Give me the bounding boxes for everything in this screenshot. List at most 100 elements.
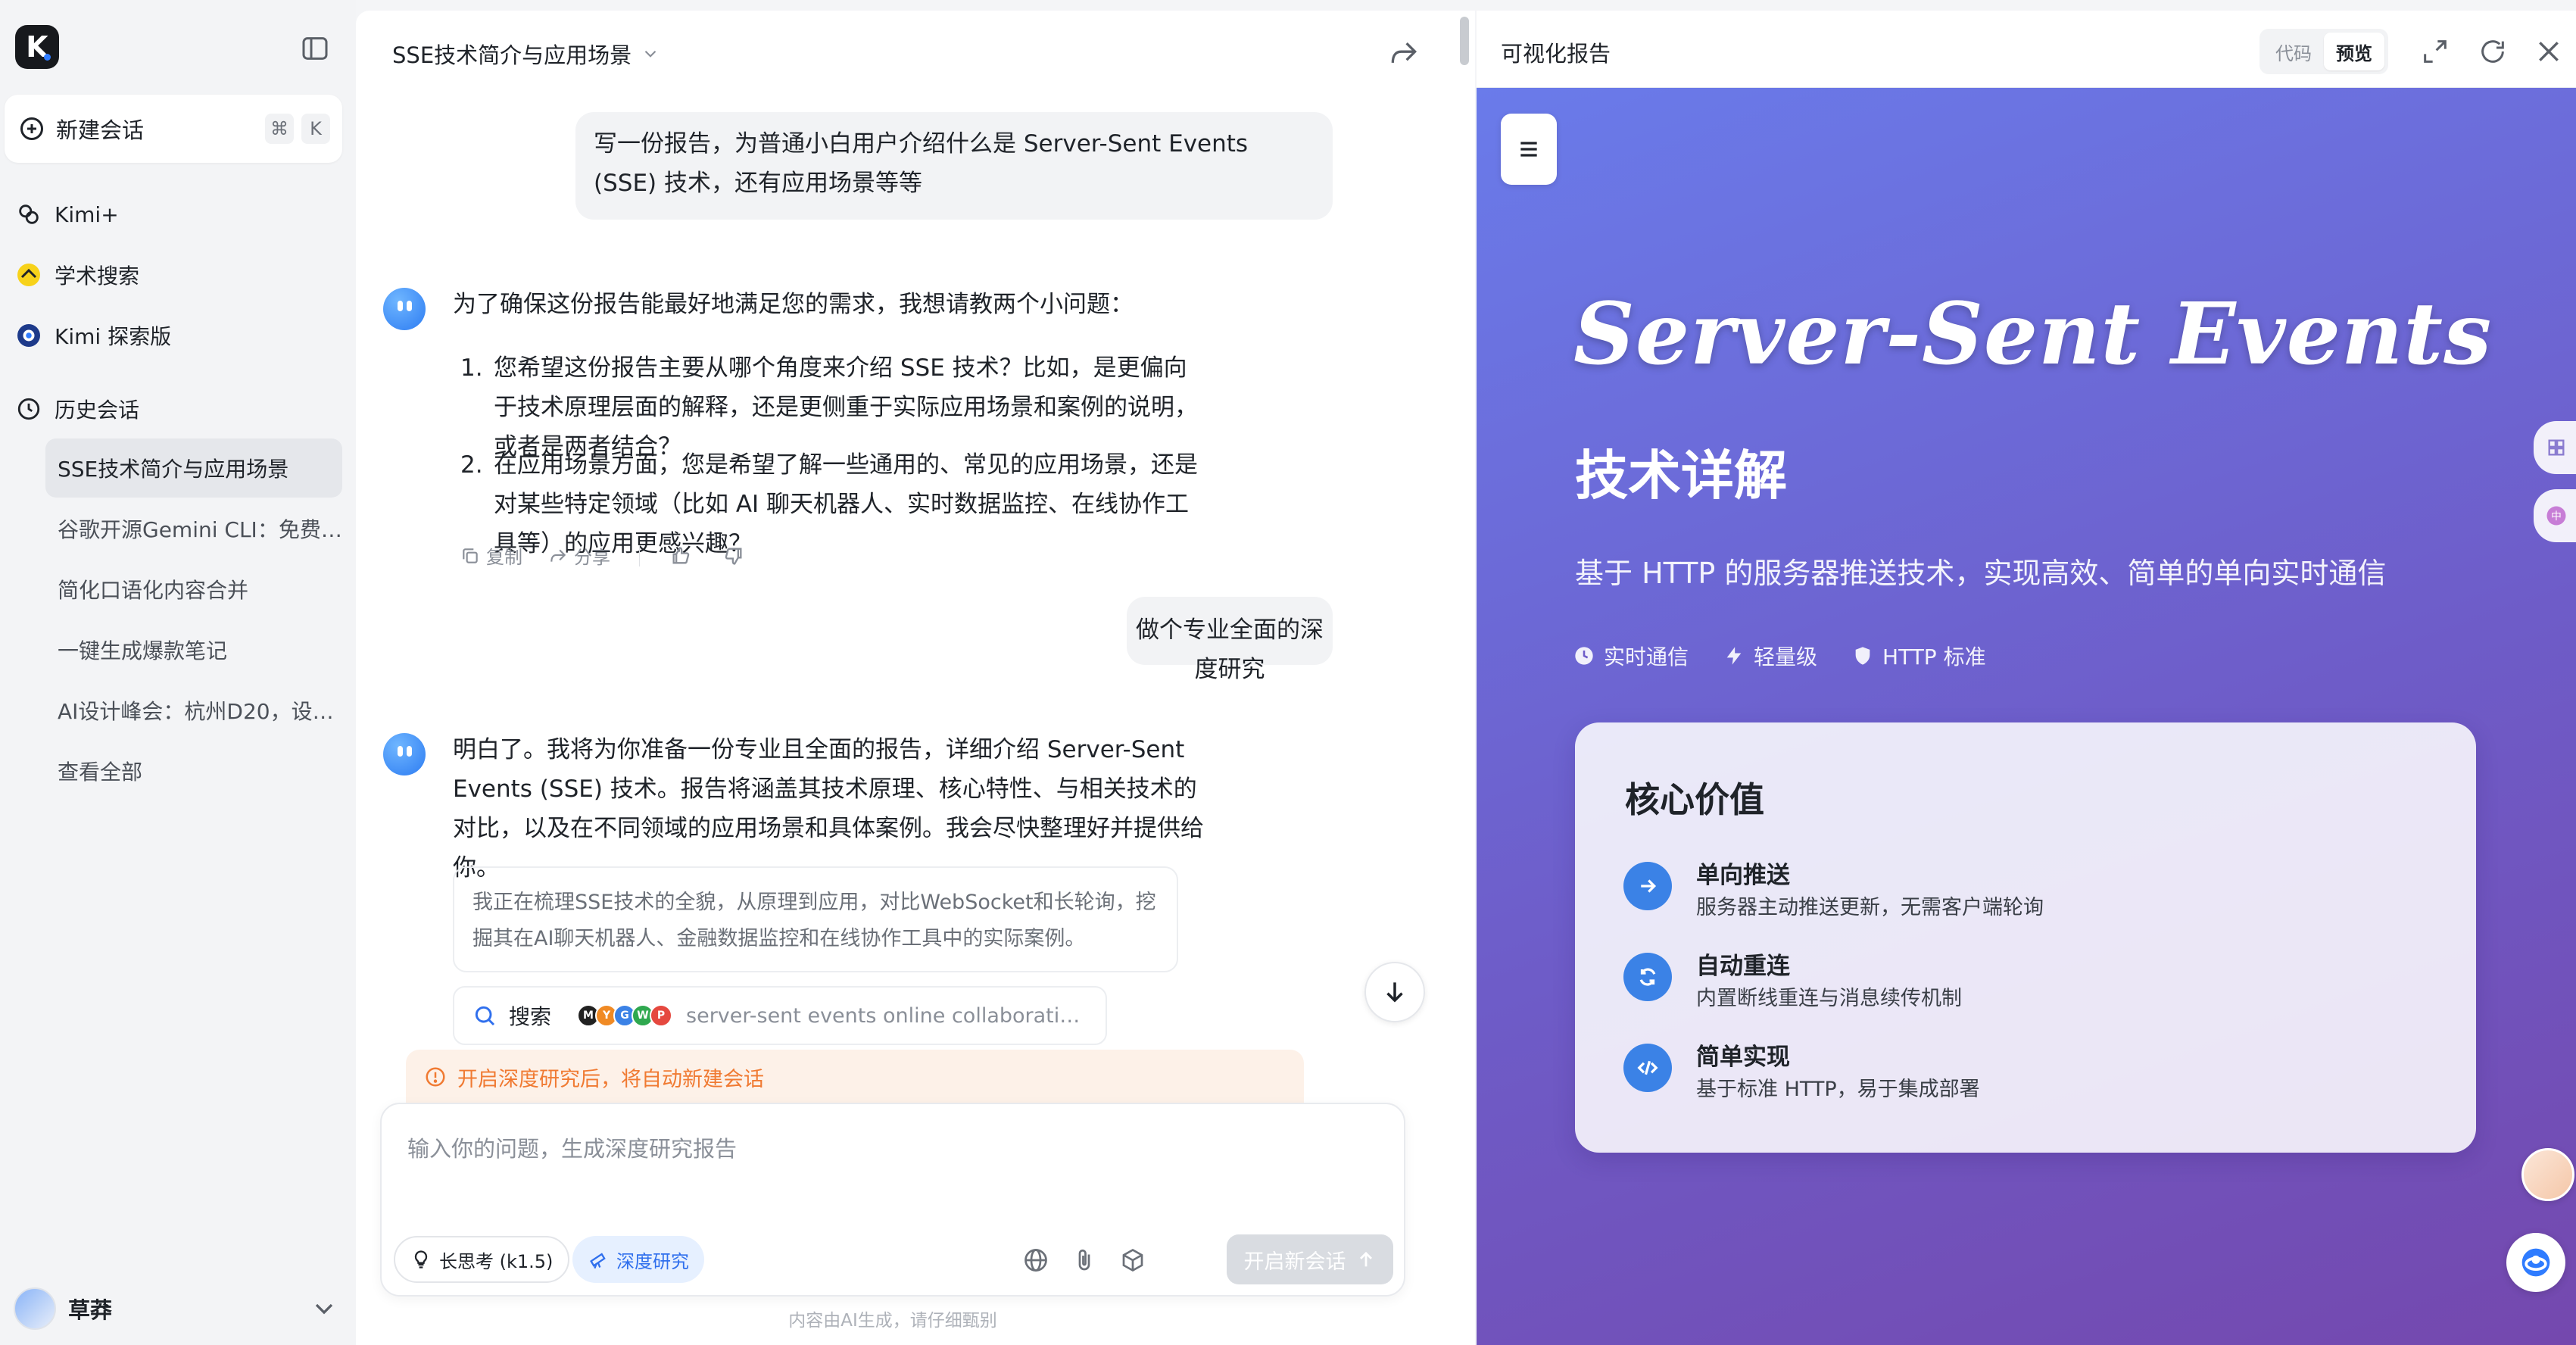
hero-tags: 实时通信 轻量级 HTTP 标准 [1573, 641, 2021, 671]
arrow-up-icon [1359, 1251, 1372, 1267]
plus-circle-icon [20, 117, 43, 140]
thinking-summary: 我正在梳理SSE技术的全貌，从原理到应用，对比WebSocket和长轮询，挖掘其… [453, 866, 1178, 972]
globe-icon[interactable] [1022, 1247, 1049, 1274]
search-label: 搜索 [509, 1004, 552, 1029]
feature-desc: 内置断线重连与消息续传机制 [1696, 987, 1962, 1010]
dislike-icon[interactable] [723, 545, 750, 566]
deep-research-notice: 开启深度研究后，将自动新建会话 [406, 1050, 1304, 1104]
copy-icon [463, 548, 478, 563]
code-icon [1623, 1044, 1672, 1092]
sidebar-toggle-icon[interactable] [300, 33, 330, 64]
sidebar-item-label: 学术搜索 [55, 264, 140, 289]
scroll-to-bottom-button[interactable] [1364, 962, 1425, 1022]
history-item[interactable]: AI设计峰会：杭州D20，设… [45, 681, 342, 740]
kimi-plus-icon [14, 199, 44, 229]
hero-subtitle: 技术详解 [1575, 445, 1787, 507]
info-icon [426, 1067, 445, 1087]
kimi-logo[interactable]: K [15, 25, 59, 69]
cube-icon[interactable] [1119, 1247, 1146, 1274]
sidebar: K 新建会话 ⌘ K Kimi+ 学术搜索 Kimi 探索版 历史会话 SSE技… [0, 0, 356, 1345]
code-tab[interactable]: 代码 [2263, 33, 2324, 70]
bolt-icon [1726, 647, 1742, 665]
clock-icon [1575, 647, 1593, 665]
chat-title-dropdown[interactable]: SSE技术简介与应用场景 [392, 38, 660, 70]
academic-search-icon [14, 260, 44, 290]
bot-message: 为了确保这份报告能最好地满足您的需求，我想请教两个小问题： [453, 291, 1134, 318]
shield-icon [1855, 647, 1870, 665]
feature-item: 自动重连 内置断线重连与消息续传机制 [1623, 947, 2426, 1015]
menu-button[interactable] [1501, 114, 1557, 185]
refresh-icon[interactable] [2478, 36, 2508, 67]
sync-icon [1623, 953, 1672, 1001]
hamburger-icon [1520, 142, 1537, 157]
notice-text: 开启深度研究后，将自动新建会话 [457, 1067, 764, 1091]
tag: 实时通信 [1573, 641, 1689, 671]
share-icon[interactable] [1387, 36, 1421, 70]
sidebar-item-explore[interactable]: Kimi 探索版 [14, 313, 171, 358]
translate-icon[interactable]: 中 [2534, 489, 2576, 542]
ai-disclaimer: 内容由AI生成，请仔细甄别 [788, 1311, 997, 1331]
view-all-history-link[interactable]: 查看全部 [45, 741, 342, 800]
assistant-avatar[interactable] [2521, 1148, 2574, 1201]
copy-button[interactable]: 复制 [460, 542, 522, 569]
message-input[interactable]: 输入你的问题，生成深度研究报告 [407, 1131, 737, 1163]
like-icon[interactable] [670, 545, 697, 566]
deep-research-toggle[interactable]: 深度研究 [572, 1236, 704, 1283]
core-value-card: 核心价值 单向推送 服务器主动推送更新，无需客户端轮询 自动重连 内置断线重连与… [1575, 722, 2476, 1153]
feature-title: 自动重连 [1696, 953, 1790, 980]
sidebar-item-academic-search[interactable]: 学术搜索 [14, 252, 139, 298]
shortcut-key: K [301, 114, 330, 144]
tag: HTTP 标准 [1852, 641, 1986, 671]
clock-icon [14, 394, 44, 424]
history-item[interactable]: 一键生成爆款笔记 [45, 620, 342, 679]
history-item[interactable]: SSE技术简介与应用场景 [45, 438, 342, 498]
source-favicons: M Y G W P [577, 1004, 673, 1027]
report-toolbar: 可视化报告 代码 预览 [1477, 11, 2576, 88]
hero-description: 基于 HTTP 的服务器推送技术，实现高效、简单的单向实时通信 [1575, 557, 2387, 590]
sidebar-item-label: Kimi 探索版 [55, 324, 172, 349]
new-chat-button[interactable]: 新建会话 ⌘ K [5, 95, 342, 163]
share-icon [550, 549, 566, 562]
report-preview: Server-Sent Events 技术详解 基于 HTTP 的服务器推送技术… [1477, 88, 2576, 1345]
user-menu[interactable]: 草莽 [14, 1287, 339, 1330]
tag: 轻量级 [1723, 641, 1817, 671]
send-new-session-button[interactable]: 开启新会话 [1227, 1234, 1393, 1284]
avatar [14, 1287, 56, 1330]
history-item[interactable]: 简化口语化内容合并 [45, 560, 342, 619]
lightbulb-icon [414, 1250, 428, 1269]
feature-desc: 基于标准 HTTP，易于集成部署 [1696, 1078, 1980, 1101]
arrow-down-icon [1386, 982, 1403, 1003]
source-favicon-icon: P [650, 1004, 673, 1027]
list-number: 1. [460, 354, 483, 382]
share-button[interactable]: 分享 [548, 542, 610, 569]
telescope-icon [590, 1253, 606, 1269]
paperclip-icon[interactable] [1071, 1247, 1098, 1274]
message-composer: 输入你的问题，生成深度研究报告 长思考 (k1.5) 深度研究 开启新会话 [380, 1103, 1405, 1297]
user-message: 做个专业全面的深度研究 [1127, 597, 1333, 683]
chat-title: SSE技术简介与应用场景 [392, 42, 632, 68]
expand-icon[interactable] [2420, 36, 2450, 67]
svg-text:中: 中 [2551, 510, 2562, 523]
new-chat-label: 新建会话 [56, 117, 145, 143]
hero-title: Server-Sent Events [1573, 285, 2493, 384]
feature-title: 单向推送 [1696, 862, 1790, 889]
user-name: 草莽 [68, 1297, 113, 1323]
feature-desc: 服务器主动推送更新，无需客户端轮询 [1696, 896, 2044, 919]
report-panel: 可视化报告 代码 预览 Server-Sent Events 技术详解 基于 H… [1477, 11, 2576, 1345]
chevron-down-icon [315, 1303, 333, 1315]
long-think-toggle[interactable]: 长思考 (k1.5) [394, 1236, 570, 1283]
close-icon[interactable] [2534, 36, 2564, 67]
grid-apps-icon[interactable] [2534, 421, 2576, 474]
bot-message: 明白了。我将为你准备一份专业且全面的报告，详细介绍 Server-Sent Ev… [453, 736, 1204, 882]
preview-tab[interactable]: 预览 [2324, 33, 2384, 70]
bot-avatar-icon [383, 733, 426, 775]
sidebar-item-kimi-plus[interactable]: Kimi+ [14, 192, 119, 237]
shortcut-cmd: ⌘ [265, 114, 294, 144]
history-item[interactable]: 谷歌开源Gemini CLI：免费… [45, 499, 342, 558]
scrollbar[interactable] [1460, 17, 1469, 65]
report-title: 可视化报告 [1501, 41, 1611, 67]
search-results-pill[interactable]: 搜索 M Y G W P server-sent events online c… [453, 986, 1107, 1045]
sidebar-item-label: Kimi+ [55, 201, 119, 227]
user-message: 写一份报告，为普通小白用户介绍什么是 Server-Sent Events (S… [575, 112, 1333, 220]
assistant-float-button[interactable] [2506, 1233, 2565, 1292]
